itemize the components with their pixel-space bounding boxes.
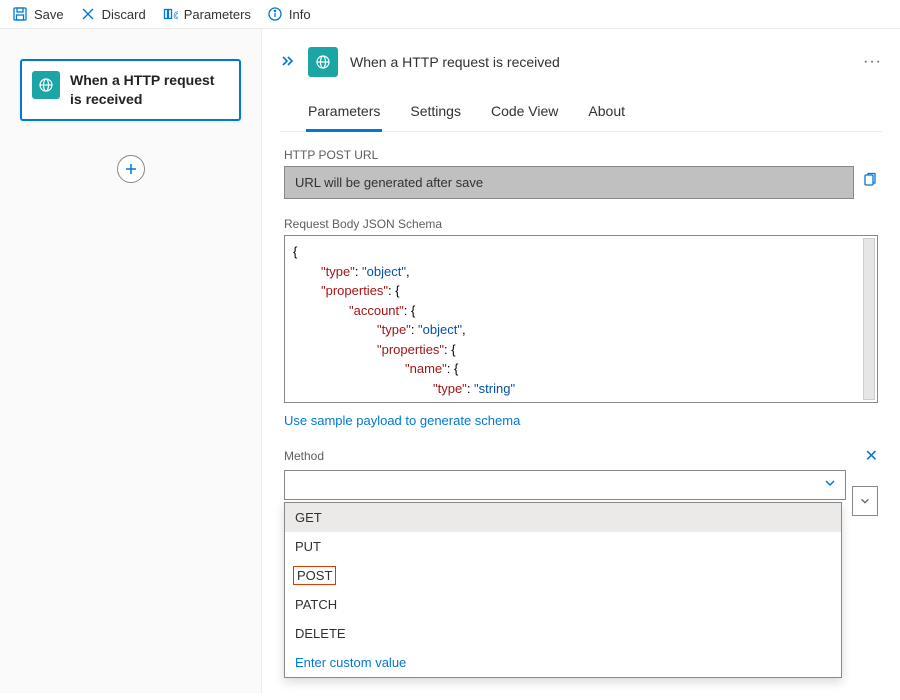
url-field-label: HTTP POST URL [284, 148, 878, 162]
save-label: Save [34, 7, 64, 22]
tab-parameters[interactable]: Parameters [306, 95, 382, 132]
secondary-dropdown-trigger[interactable] [852, 486, 878, 516]
details-panel: When a HTTP request is received ··· Para… [262, 29, 900, 693]
add-step-button[interactable] [117, 155, 145, 183]
method-field-label: Method [284, 449, 324, 463]
save-button[interactable]: Save [12, 6, 64, 22]
method-option-patch[interactable]: PATCH [285, 590, 841, 619]
info-icon [267, 6, 283, 22]
svg-text:@: @ [173, 10, 178, 20]
collapse-panel-button[interactable] [280, 54, 296, 71]
method-option-custom[interactable]: Enter custom value [285, 648, 841, 677]
tab-about[interactable]: About [586, 95, 627, 131]
copy-url-button[interactable] [862, 172, 878, 193]
url-readonly-field: URL will be generated after save [284, 166, 854, 199]
trigger-card-title: When a HTTP request is received [70, 71, 229, 109]
schema-textarea[interactable]: { "type": "object", "properties": { "acc… [284, 235, 878, 403]
method-dropdown-trigger[interactable] [284, 470, 846, 500]
tab-settings[interactable]: Settings [408, 95, 463, 131]
designer-canvas: When a HTTP request is received [0, 29, 262, 693]
save-icon [12, 6, 28, 22]
parameters-button[interactable]: @ Parameters [162, 6, 251, 22]
tabs: Parameters Settings Code View About [280, 95, 882, 132]
http-trigger-icon [308, 47, 338, 77]
discard-label: Discard [102, 7, 146, 22]
trigger-card[interactable]: When a HTTP request is received [20, 59, 241, 121]
parameters-icon: @ [162, 6, 178, 22]
schema-field-label: Request Body JSON Schema [284, 217, 878, 231]
tab-code-view[interactable]: Code View [489, 95, 560, 131]
use-sample-payload-link[interactable]: Use sample payload to generate schema [284, 413, 520, 428]
discard-button[interactable]: Discard [80, 6, 146, 22]
toolbar: Save Discard @ Parameters Info [0, 0, 900, 29]
http-trigger-icon [32, 71, 60, 99]
more-menu-button[interactable]: ··· [863, 53, 882, 71]
method-option-delete[interactable]: DELETE [285, 619, 841, 648]
info-label: Info [289, 7, 311, 22]
method-option-post[interactable]: POST [293, 566, 336, 585]
panel-title: When a HTTP request is received [350, 54, 851, 70]
method-dropdown-menu: GET PUT POST PATCH DELETE Enter custom v… [284, 502, 842, 678]
method-option-put[interactable]: PUT [285, 532, 841, 561]
info-button[interactable]: Info [267, 6, 311, 22]
discard-icon [80, 6, 96, 22]
parameters-label: Parameters [184, 7, 251, 22]
chevron-down-icon [823, 476, 837, 495]
remove-method-button[interactable]: ✕ [865, 446, 878, 466]
method-option-get[interactable]: GET [285, 503, 841, 532]
